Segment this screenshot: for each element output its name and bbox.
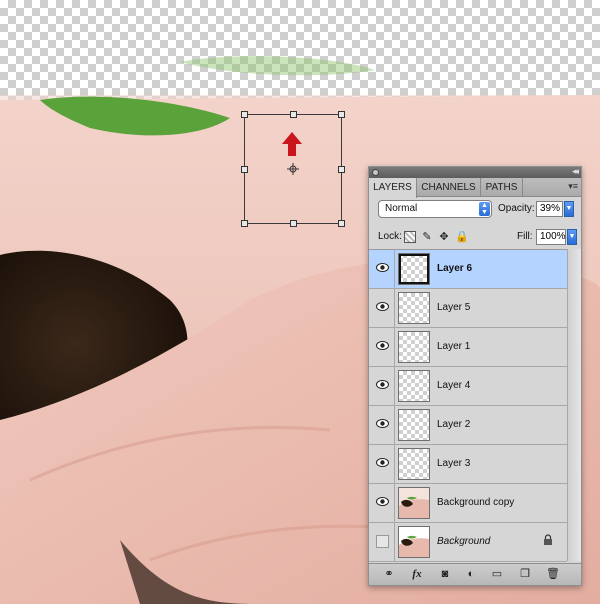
new-layer-icon[interactable]: ❐ [517,567,533,581]
eye-icon [376,302,389,311]
transform-handle-bottom-left[interactable] [241,220,248,227]
visibility-toggle[interactable] [371,328,395,366]
lock-image-pixels-icon[interactable]: ✎ [421,231,433,243]
lock-position-icon[interactable]: ✥ [438,231,450,243]
lock-transparent-pixels-icon[interactable] [404,231,416,243]
fill-dropdown-button[interactable]: ▼ [567,229,577,245]
layer-thumbnail[interactable] [398,253,430,285]
eye-icon [376,380,389,389]
panel-tabs: LAYERS CHANNELS PATHS ▾≡ [369,178,581,198]
layer-name[interactable]: Layer 6 [437,263,472,274]
visibility-toggle[interactable] [371,445,395,483]
visibility-toggle[interactable] [371,484,395,522]
up-arrow-icon [282,132,302,156]
lock-label: Lock: [378,231,402,242]
eye-icon [376,458,389,467]
hand-thumbnail-image [399,527,429,557]
lock-all-icon[interactable]: 🔒 [455,231,469,243]
layer-thumbnail[interactable] [398,448,430,480]
layer-thumbnail[interactable] [398,331,430,363]
layer-name[interactable]: Layer 5 [437,302,470,313]
eye-icon [376,341,389,350]
layers-list: Layer 6 Layer 5 Layer 1 Layer 4 Layer 2 … [369,249,567,562]
layer-thumbnail[interactable] [398,370,430,402]
opacity-input[interactable]: 39% [536,201,563,217]
layer-name[interactable]: Layer 2 [437,419,470,430]
layer-name[interactable]: Background [437,536,490,547]
tab-layers[interactable]: LAYERS [369,178,417,198]
trash-icon[interactable]: 🗑 [545,567,561,581]
layer-row[interactable]: Layer 5 [369,289,567,328]
transform-handle-top[interactable] [290,111,297,118]
layer-name[interactable]: Layer 4 [437,380,470,391]
panel-menu-icon[interactable]: ▾≡ [568,181,578,192]
layer-row[interactable]: Layer 1 [369,328,567,367]
blend-row: Normal ▲ ▼ Opacity: 39% ▼ [378,200,576,220]
layer-row[interactable]: Layer 2 [369,406,567,445]
transform-handle-top-left[interactable] [241,111,248,118]
transform-handle-left[interactable] [241,166,248,173]
eye-icon [376,497,389,506]
layer-row[interactable]: Layer 6 [369,250,567,289]
layer-thumbnail[interactable] [398,292,430,324]
panel-bottom-toolbar: ⚭ fx ◙ ◐ ▭ ❐ 🗑 [369,563,581,585]
layer-name[interactable]: Background copy [437,497,514,508]
layers-panel: ◂◂ LAYERS CHANNELS PATHS ▾≡ Normal ▲ ▼ Op… [368,166,582,586]
eye-icon [376,263,389,272]
layers-scrollbar[interactable] [567,249,581,561]
transform-handle-top-right[interactable] [338,111,345,118]
hidden-visibility-box [376,535,389,548]
layer-thumbnail[interactable] [398,487,430,519]
fill-label: Fill: [517,231,533,242]
transform-handle-right[interactable] [338,166,345,173]
layer-thumbnail[interactable] [398,526,430,558]
visibility-toggle[interactable] [371,250,395,288]
layer-name[interactable]: Layer 1 [437,341,470,352]
lock-row: Lock: ✎ ✥ 🔒 Fill: 100% ▼ [378,229,577,247]
link-icon[interactable]: ⚭ [381,567,397,581]
panel-titlebar[interactable]: ◂◂ [369,166,581,178]
layer-row[interactable]: Layer 3 [369,445,567,484]
chevron-updown-icon: ▲ ▼ [479,202,490,216]
layer-name[interactable]: Layer 3 [437,458,470,469]
transform-handle-bottom-right[interactable] [338,220,345,227]
pivot-point-icon[interactable] [287,163,299,175]
adjustment-layer-icon[interactable]: ◐ [463,567,479,581]
transform-handle-bottom[interactable] [290,220,297,227]
visibility-toggle[interactable] [371,523,395,561]
visibility-toggle[interactable] [371,367,395,405]
tab-paths[interactable]: PATHS [481,178,523,197]
opacity-label: Opacity: [498,203,535,214]
tab-channels[interactable]: CHANNELS [417,178,481,197]
collapse-icon[interactable]: ◂◂ [572,166,579,177]
layer-row[interactable]: Background [369,523,567,562]
hand-thumbnail-image [399,488,429,518]
visibility-toggle[interactable] [371,289,395,327]
layer-row[interactable]: Layer 4 [369,367,567,406]
close-icon[interactable] [372,169,379,176]
layer-row[interactable]: Background copy [369,484,567,523]
layer-mask-icon[interactable]: ◙ [437,567,453,581]
blend-mode-select[interactable]: Normal ▲ ▼ [378,200,492,218]
blend-mode-value: Normal [385,203,418,214]
layer-thumbnail[interactable] [398,409,430,441]
lock-icon [544,534,552,545]
fx-icon[interactable]: fx [409,567,425,581]
opacity-dropdown-button[interactable]: ▼ [564,201,574,217]
visibility-toggle[interactable] [371,406,395,444]
transform-bounding-box[interactable] [241,111,345,227]
eye-icon [376,419,389,428]
fill-input[interactable]: 100% [536,229,566,245]
new-group-icon[interactable]: ▭ [489,567,505,581]
